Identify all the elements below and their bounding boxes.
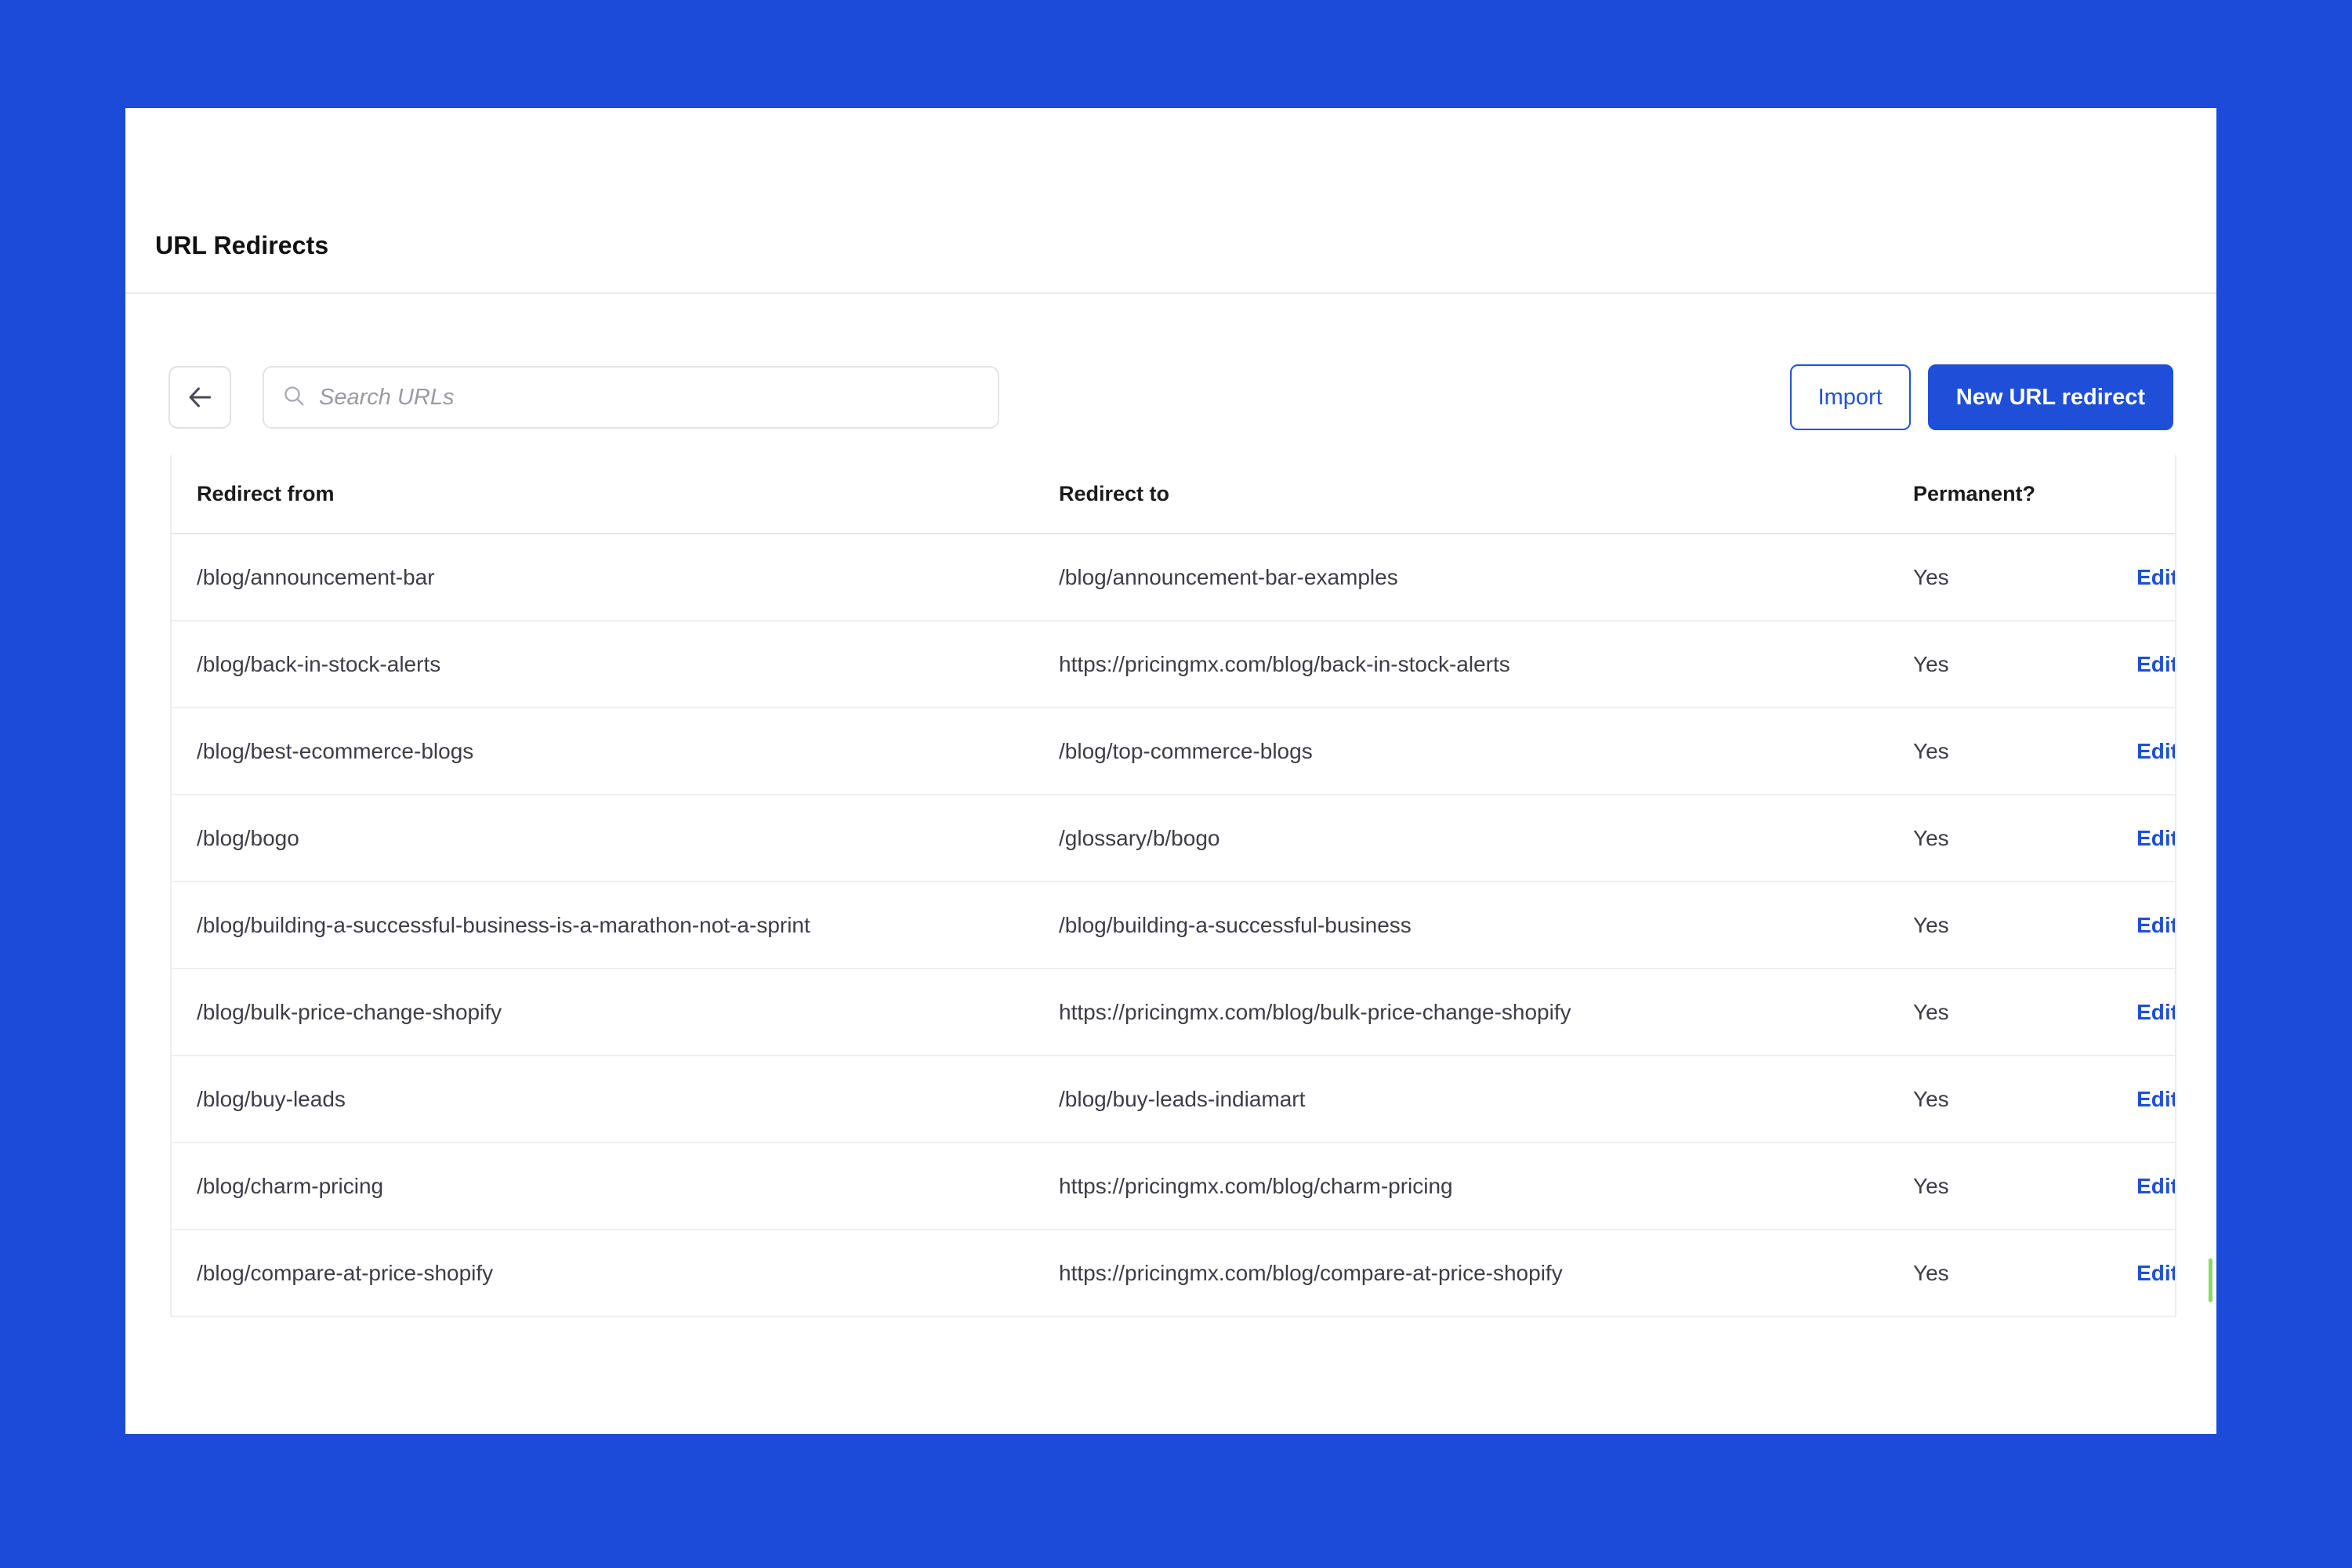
table-body: /blog/announcement-bar /blog/announcemen… xyxy=(172,534,2175,1317)
cell-actions: Edit xyxy=(2084,534,2175,621)
table-header: Redirect from Redirect to Permanent? xyxy=(172,455,2175,534)
cell-permanent: Yes xyxy=(1888,621,2084,708)
cell-redirect-to: https://pricingmx.com/blog/back-in-stock… xyxy=(1034,621,1888,708)
table-row: /blog/charm-pricing https://pricingmx.co… xyxy=(172,1143,2175,1230)
cell-actions: Edit xyxy=(2084,1229,2175,1317)
cell-redirect-from: /blog/bogo xyxy=(172,795,1034,882)
import-button[interactable]: Import xyxy=(1789,364,1911,430)
cell-actions: Edit xyxy=(2084,1056,2175,1143)
search-icon xyxy=(281,383,306,412)
cell-redirect-to: /blog/announcement-bar-examples xyxy=(1034,534,1888,621)
cell-actions: Edit xyxy=(2084,882,2175,969)
cell-actions: Edit xyxy=(2084,1143,2175,1230)
page-title: URL Redirects xyxy=(155,231,329,259)
cell-actions: Edit xyxy=(2084,621,2175,708)
table-header-row: Redirect from Redirect to Permanent? xyxy=(172,455,2175,534)
table-row: /blog/announcement-bar /blog/announcemen… xyxy=(172,534,2175,621)
panel-header: URL Redirects xyxy=(125,108,2216,294)
cell-redirect-to: /blog/building-a-successful-business xyxy=(1034,882,1888,969)
arrow-left-icon xyxy=(185,382,215,412)
toolbar: Import New URL redirect xyxy=(125,295,2216,430)
back-button[interactable] xyxy=(169,366,231,429)
edit-link[interactable]: Edit xyxy=(2136,1000,2175,1024)
cell-permanent: Yes xyxy=(1888,1143,2084,1230)
edit-link[interactable]: Edit xyxy=(2136,565,2175,589)
edit-link[interactable]: Edit xyxy=(2136,913,2175,937)
redirects-table: Redirect from Redirect to Permanent? /bl… xyxy=(172,455,2175,1317)
table-row: /blog/bulk-price-change-shopify https://… xyxy=(172,969,2175,1056)
cell-redirect-from: /blog/building-a-successful-business-is-… xyxy=(172,882,1034,969)
toolbar-actions: Import New URL redirect xyxy=(1789,364,2173,430)
table-row: /blog/buy-leads /blog/buy-leads-indiamar… xyxy=(172,1056,2175,1143)
cell-redirect-from: /blog/buy-leads xyxy=(172,1056,1034,1143)
cell-redirect-from: /blog/announcement-bar xyxy=(172,534,1034,621)
column-header-redirect-from: Redirect from xyxy=(172,455,1034,534)
search-input[interactable] xyxy=(319,384,980,411)
cell-redirect-to: /glossary/b/bogo xyxy=(1034,795,1888,882)
cell-actions: Edit xyxy=(2084,969,2175,1056)
redirects-table-container: Redirect from Redirect to Permanent? /bl… xyxy=(170,455,2176,1317)
cell-actions: Edit xyxy=(2084,708,2175,795)
column-header-redirect-to: Redirect to xyxy=(1034,455,1888,534)
cell-redirect-to: https://pricingmx.com/blog/bulk-price-ch… xyxy=(1034,969,1888,1056)
cell-permanent: Yes xyxy=(1888,708,2084,795)
table-row: /blog/compare-at-price-shopify https://p… xyxy=(172,1229,2175,1317)
cell-redirect-to: https://pricingmx.com/blog/compare-at-pr… xyxy=(1034,1229,1888,1317)
column-header-actions xyxy=(2084,455,2175,534)
cell-permanent: Yes xyxy=(1888,1056,2084,1143)
cell-actions: Edit xyxy=(2084,795,2175,882)
edit-link[interactable]: Edit xyxy=(2136,1261,2175,1285)
edit-link[interactable]: Edit xyxy=(2136,652,2175,676)
cell-redirect-from: /blog/back-in-stock-alerts xyxy=(172,621,1034,708)
table-row: /blog/best-ecommerce-blogs /blog/top-com… xyxy=(172,708,2175,795)
table-row: /blog/bogo /glossary/b/bogo Yes Edit xyxy=(172,795,2175,882)
cell-redirect-to: https://pricingmx.com/blog/charm-pricing xyxy=(1034,1143,1888,1230)
cell-redirect-from: /blog/compare-at-price-shopify xyxy=(172,1229,1034,1317)
table-row: /blog/building-a-successful-business-is-… xyxy=(172,882,2175,969)
new-url-redirect-button[interactable]: New URL redirect xyxy=(1927,364,2173,430)
cell-permanent: Yes xyxy=(1888,1229,2084,1317)
edit-link[interactable]: Edit xyxy=(2136,1174,2175,1198)
table-row: /blog/back-in-stock-alerts https://prici… xyxy=(172,621,2175,708)
cell-redirect-from: /blog/bulk-price-change-shopify xyxy=(172,969,1034,1056)
cell-redirect-from: /blog/best-ecommerce-blogs xyxy=(172,708,1034,795)
edit-link[interactable]: Edit xyxy=(2136,739,2175,763)
cell-redirect-to: /blog/buy-leads-indiamart xyxy=(1034,1056,1888,1143)
scroll-position-indicator[interactable] xyxy=(2209,1258,2212,1302)
edit-link[interactable]: Edit xyxy=(2136,1087,2175,1111)
search-field[interactable] xyxy=(263,366,999,429)
cell-permanent: Yes xyxy=(1888,969,2084,1056)
edit-link[interactable]: Edit xyxy=(2136,826,2175,850)
cell-permanent: Yes xyxy=(1888,795,2084,882)
cell-permanent: Yes xyxy=(1888,534,2084,621)
url-redirects-panel: URL Redirects Import New URL redirect xyxy=(125,108,2216,1434)
cell-permanent: Yes xyxy=(1888,882,2084,969)
cell-redirect-to: /blog/top-commerce-blogs xyxy=(1034,708,1888,795)
cell-redirect-from: /blog/charm-pricing xyxy=(172,1143,1034,1230)
column-header-permanent: Permanent? xyxy=(1888,455,2084,534)
